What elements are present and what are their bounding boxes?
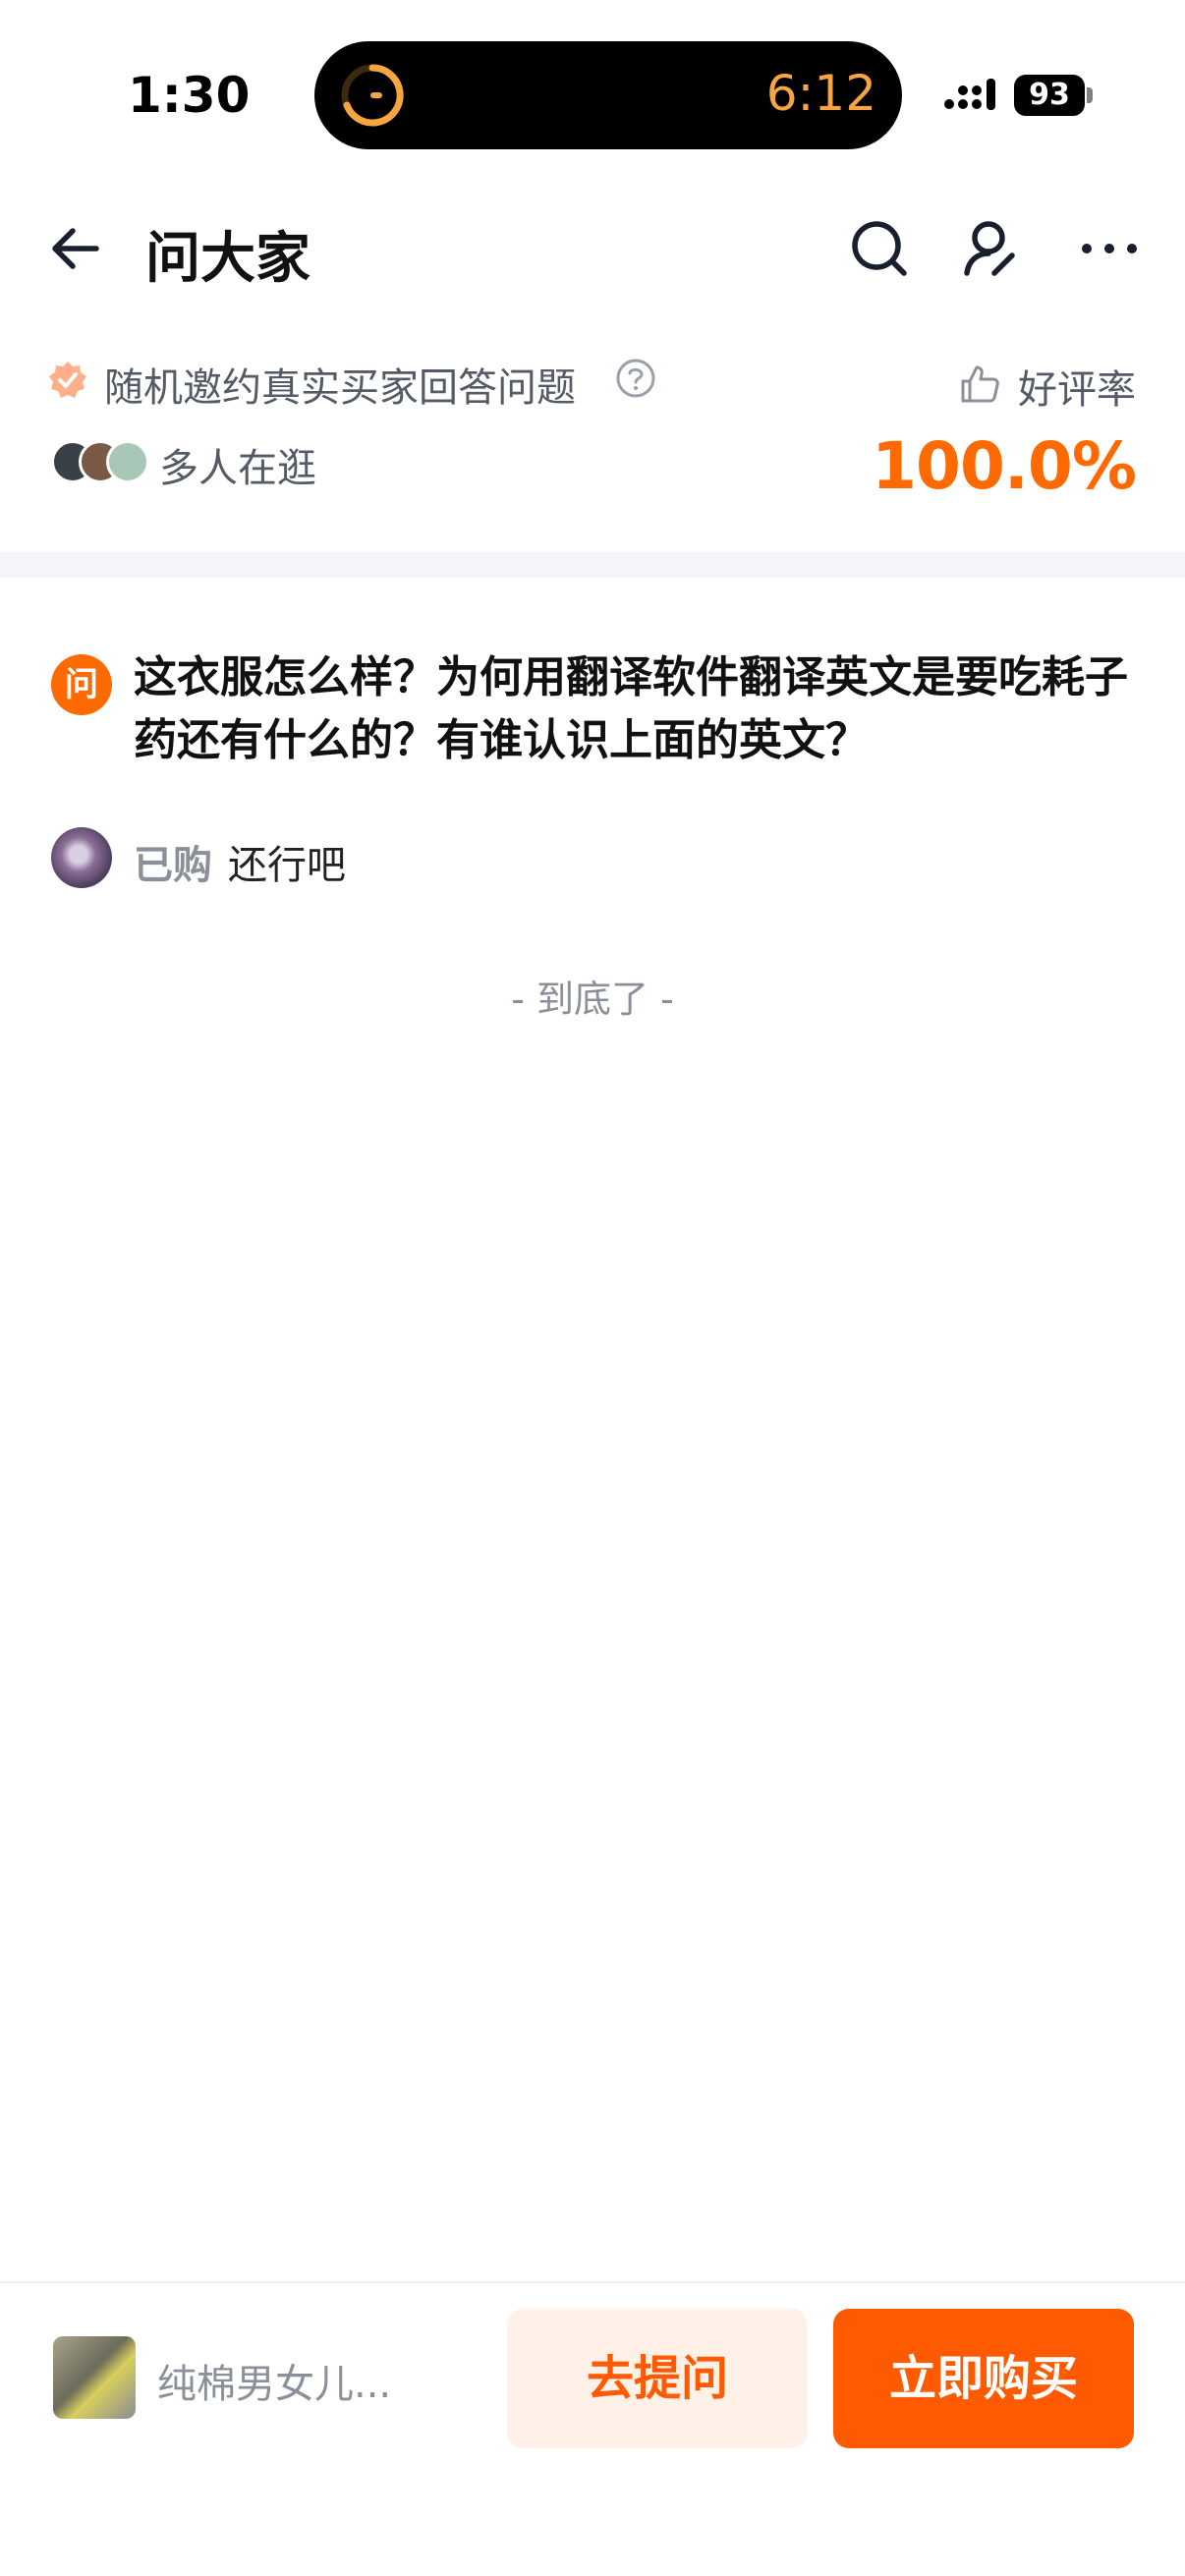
timer-icon	[341, 64, 404, 127]
status-bar: 1:30 6:12 93	[0, 0, 1185, 187]
back-arrow-icon[interactable]	[45, 219, 104, 278]
battery-icon: 93	[1014, 75, 1085, 116]
section-divider	[0, 552, 1185, 578]
invite-buyers-text: 随机邀约真实买家回答问题	[104, 365, 576, 411]
user-edit-icon[interactable]	[959, 216, 1024, 281]
bottom-action-bar: 纯棉男女儿... 去提问 立即购买	[0, 2281, 1185, 2576]
product-name[interactable]: 纯棉男女儿...	[157, 2352, 391, 2409]
purchased-tag: 已购	[134, 843, 212, 888]
thumbs-up-icon	[961, 365, 999, 403]
question-text[interactable]: 这衣服怎么样？为何用翻译软件翻译英文是要吃耗子药还有什么的？有谁认识上面的英文？	[134, 646, 1146, 772]
qa-info-panel: 随机邀约真实买家回答问题 多人在逛 好评率 100.0%	[0, 334, 1185, 550]
more-icon[interactable]	[1077, 216, 1142, 281]
ask-question-button[interactable]: 去提问	[507, 2309, 808, 2448]
status-time: 1:30	[128, 67, 251, 124]
rating-value: 100.0%	[872, 428, 1137, 504]
buy-now-button[interactable]: 立即购买	[833, 2309, 1134, 2448]
help-icon[interactable]	[615, 358, 656, 399]
avatar	[106, 440, 149, 483]
battery-tip	[1087, 87, 1093, 103]
verified-badge-icon	[49, 362, 86, 398]
answerer-avatar	[51, 827, 112, 888]
browsing-avatars	[51, 440, 153, 483]
dynamic-island[interactable]: 6:12	[314, 41, 902, 149]
top-nav: 问大家	[0, 187, 1185, 319]
product-thumbnail[interactable]	[53, 2336, 136, 2419]
browsing-text: 多人在逛	[159, 446, 316, 491]
cellular-signal-icon	[944, 79, 995, 110]
question-badge: 问	[51, 654, 112, 715]
page-title: 问大家	[145, 227, 310, 291]
search-icon[interactable]	[847, 216, 912, 281]
island-timer-text: 6:12	[765, 65, 876, 122]
rating-label: 好评率	[1018, 367, 1136, 413]
end-of-list-text: - 到底了 -	[511, 978, 674, 1021]
answer-text: 还行吧	[228, 843, 346, 888]
